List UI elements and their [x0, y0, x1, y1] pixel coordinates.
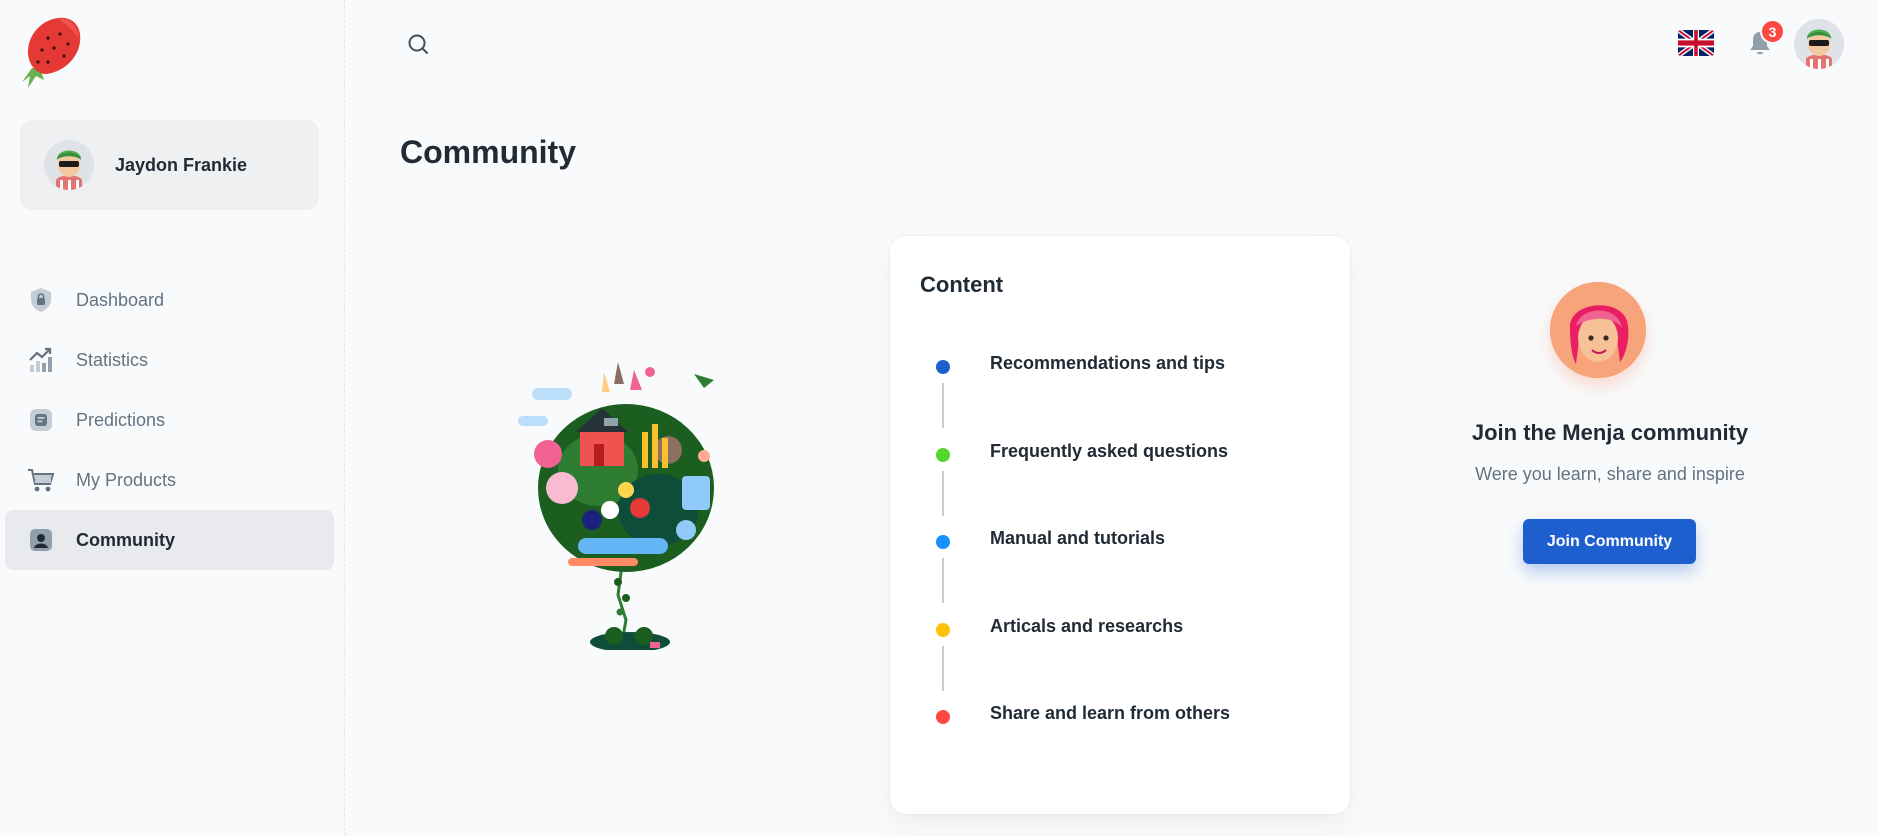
- timeline-dot: [936, 447, 950, 462]
- sidebar-item-label: Dashboard: [76, 289, 165, 310]
- search-icon[interactable]: [404, 30, 434, 60]
- sidebar-item-my-products[interactable]: My Products: [5, 450, 334, 510]
- promo-title: Join the Menja community: [1471, 420, 1749, 445]
- sidebar-item-community[interactable]: Community: [5, 510, 334, 570]
- timeline-label: Manual and tutorials: [990, 528, 1166, 548]
- community-avatar: [1550, 282, 1646, 378]
- timeline-dot: [936, 710, 950, 724]
- content-card: Content Recommendations and tips Frequen…: [890, 236, 1350, 814]
- sidebar-item-statistics[interactable]: Statistics: [5, 330, 334, 390]
- timeline-label: Share and learn from others: [990, 703, 1231, 723]
- join-community-button[interactable]: Join Community: [1523, 519, 1696, 564]
- sidebar: Jaydon Frankie Dashboard Statistics Pred…: [0, 0, 345, 836]
- sidebar-nav: Dashboard Statistics Predictions My Prod…: [5, 270, 334, 570]
- sidebar-item-label: Statistics: [76, 349, 149, 370]
- user-name: Jaydon Frankie: [115, 154, 248, 175]
- sidebar-item-predictions[interactable]: Predictions: [5, 390, 334, 450]
- document-icon: [27, 406, 55, 434]
- user-square-icon: [27, 526, 55, 554]
- timeline-connector: [942, 645, 944, 691]
- timeline-connector: [942, 470, 944, 516]
- page-title: Community: [400, 134, 576, 170]
- timeline-label: Articals and researchs: [990, 615, 1184, 636]
- sidebar-item-label: Predictions: [76, 409, 166, 430]
- timeline-dot: [936, 360, 950, 374]
- timeline-label: Recommendations and tips: [990, 353, 1226, 373]
- sidebar-item-label: Community: [76, 529, 175, 550]
- notification-badge: 3: [1760, 19, 1785, 44]
- shield-lock-icon: [27, 286, 55, 314]
- community-illustration: [518, 360, 730, 652]
- cart-icon: [27, 466, 55, 494]
- timeline-connector: [942, 383, 944, 428]
- strawberry-logo-icon[interactable]: [18, 16, 82, 88]
- timeline-connector: [942, 558, 944, 603]
- timeline-dot: [936, 535, 950, 549]
- user-avatar: [44, 140, 94, 190]
- account-avatar[interactable]: [1794, 19, 1844, 69]
- card-title: Content: [920, 272, 1004, 297]
- promo-subtitle: Were you learn, share and inspire: [1475, 464, 1745, 484]
- sidebar-item-dashboard[interactable]: Dashboard: [5, 270, 334, 330]
- timeline-label: Frequently asked questions: [990, 440, 1229, 461]
- uk-flag-icon[interactable]: [1678, 30, 1714, 56]
- chart-trend-icon: [27, 346, 55, 374]
- sidebar-item-label: My Products: [76, 469, 177, 490]
- timeline-dot: [936, 622, 950, 637]
- user-card[interactable]: Jaydon Frankie: [20, 120, 319, 210]
